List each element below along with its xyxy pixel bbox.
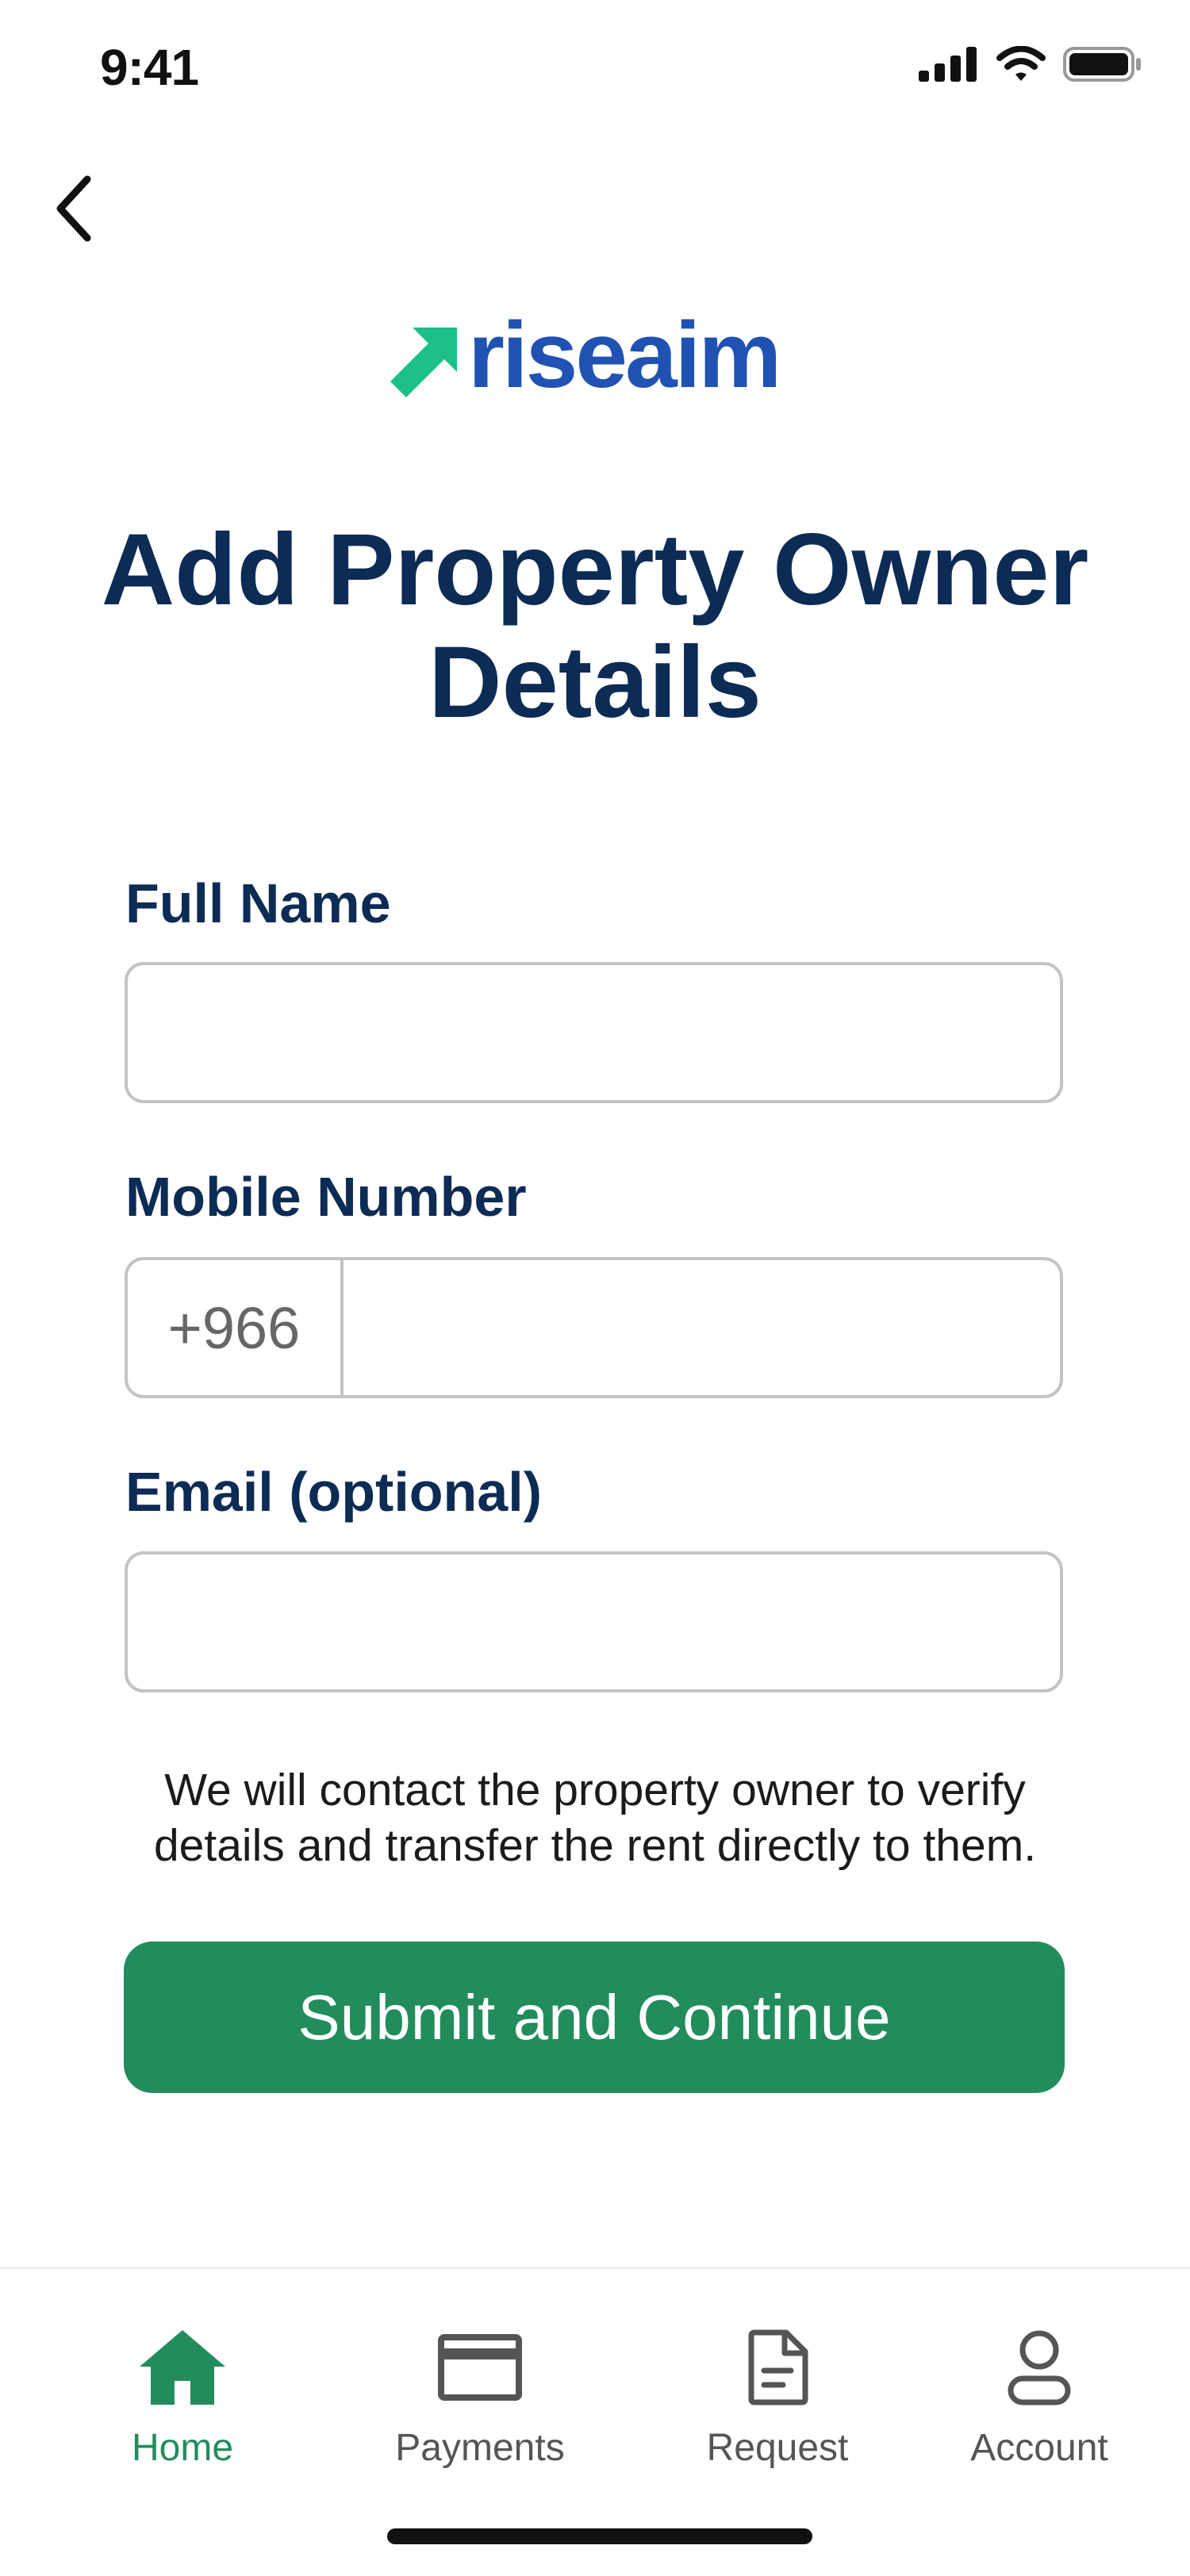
mobile-number-field: +966 xyxy=(125,1257,1063,1398)
tab-home[interactable]: Home xyxy=(63,2323,301,2470)
tab-home-label: Home xyxy=(131,2427,234,2469)
home-indicator xyxy=(387,2528,812,2544)
full-name-label: Full Name xyxy=(125,872,391,934)
signal-icon xyxy=(919,47,977,82)
submit-and-continue-button[interactable]: Submit and Continue xyxy=(124,1942,1065,2093)
tab-account[interactable]: Account xyxy=(920,2323,1158,2470)
page-title: Add Property Owner Details xyxy=(101,513,1089,739)
brand-logo: riseaim xyxy=(390,309,803,404)
wifi-icon xyxy=(996,46,1046,81)
mobile-number-input[interactable] xyxy=(344,1260,1060,1395)
chevron-left-icon xyxy=(56,175,91,241)
document-icon xyxy=(748,2329,808,2405)
email-input[interactable] xyxy=(125,1551,1063,1692)
tab-request[interactable]: Request xyxy=(658,2323,896,2470)
status-bar: 9:41 xyxy=(0,0,1190,135)
battery-icon xyxy=(1063,47,1141,82)
tab-request-label: Request xyxy=(706,2427,849,2469)
status-time: 9:41 xyxy=(100,39,199,96)
status-icons xyxy=(919,46,1142,82)
user-icon xyxy=(1008,2330,1071,2405)
back-button[interactable] xyxy=(46,167,102,250)
logo-text: riseaim xyxy=(468,303,781,408)
email-label: Email (optional) xyxy=(125,1461,542,1523)
arrow-up-right-icon xyxy=(390,328,457,397)
country-code-selector[interactable]: +966 xyxy=(128,1260,344,1395)
tab-payments-label: Payments xyxy=(395,2427,565,2469)
tab-account-label: Account xyxy=(970,2427,1108,2469)
full-name-input[interactable] xyxy=(125,962,1063,1103)
home-icon xyxy=(140,2330,225,2405)
mobile-number-label: Mobile Number xyxy=(125,1166,527,1228)
card-icon xyxy=(438,2334,522,2401)
info-text: We will contact the property owner to ve… xyxy=(153,1765,1037,1871)
tab-payments[interactable]: Payments xyxy=(361,2323,599,2470)
